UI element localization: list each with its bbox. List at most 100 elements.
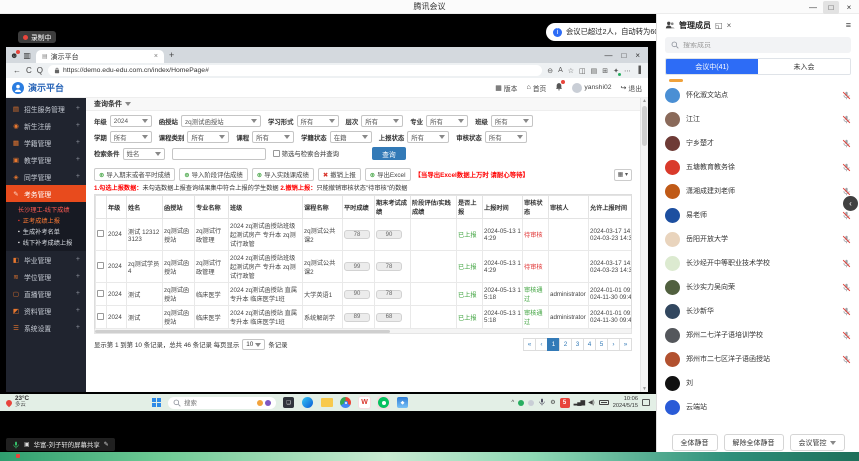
notification-center-icon[interactable] xyxy=(642,399,650,406)
participant-row[interactable]: 江江 xyxy=(665,107,851,131)
column-header[interactable]: 审核状态 xyxy=(523,196,549,219)
table-row[interactable]: 2024 测试 123123123 zq测试函授站 zq测试行政管理 2024 … xyxy=(96,219,633,251)
panel-close-icon[interactable]: × xyxy=(727,21,732,30)
new-tab-icon[interactable]: + xyxy=(169,50,174,60)
participant-row[interactable]: 潇湘成建刘老师 xyxy=(665,179,851,203)
meeting-control-button[interactable]: 会议管控 xyxy=(790,434,845,451)
sidebar-item[interactable]: ≋ 学位管理 + xyxy=(6,268,86,285)
table-horizontal-scrollbar[interactable] xyxy=(94,329,632,334)
sidebar-item[interactable]: ▣ 教学管理 + xyxy=(6,151,86,168)
filter-select[interactable]: 所有 xyxy=(485,131,527,143)
version-button[interactable]: ▦版本 xyxy=(495,83,517,93)
query-conditions-bar[interactable]: 查询条件 xyxy=(86,98,640,111)
battery-icon[interactable] xyxy=(599,400,609,405)
column-header[interactable]: 平时成绩 xyxy=(343,196,375,219)
browser-minimize-icon[interactable]: — xyxy=(604,51,612,60)
column-header[interactable]: 年级 xyxy=(107,196,127,219)
member-tab[interactable]: 未入会 xyxy=(758,59,850,74)
column-header[interactable]: 允许上报时间 xyxy=(589,196,633,219)
final-score-input[interactable]: 90 xyxy=(376,230,402,239)
browser-profile-icon[interactable]: ☻ xyxy=(10,51,18,60)
table-row[interactable]: 2024 zq测试学员4 zq测试函授站 zq测试行政管理 2024 zq测试函… xyxy=(96,251,633,283)
mic-muted-icon[interactable] xyxy=(842,307,851,316)
mic-muted-icon[interactable] xyxy=(842,115,851,124)
participant-row[interactable]: 郑州市二七区洋子语函授站 xyxy=(665,347,851,371)
mic-muted-icon[interactable] xyxy=(842,163,851,172)
usual-score-input[interactable]: 89 xyxy=(344,313,370,322)
minimize-icon[interactable]: — xyxy=(805,1,821,14)
column-header[interactable]: 是否上报 xyxy=(457,196,483,219)
photos-app-icon[interactable]: ◆ xyxy=(396,396,409,409)
sidebar-item[interactable]: ☰ 系统设置 + xyxy=(6,319,86,336)
home-button[interactable]: ⌂首页 xyxy=(526,83,546,93)
sidebar-item[interactable]: ▦ 学籍管理 + xyxy=(6,134,86,151)
panel-menu-icon[interactable]: ≡ xyxy=(846,20,851,30)
participant-row[interactable]: 郑州二七洋子语培训学校 xyxy=(665,323,851,347)
table-row[interactable]: 2024 测试 zq测试函授站 临床医学 2024 zq测试函授站 直属 专升本… xyxy=(96,283,633,306)
final-score-input[interactable]: 78 xyxy=(376,290,402,299)
mic-muted-icon[interactable] xyxy=(842,259,851,268)
tray-grey-icon[interactable] xyxy=(528,400,534,406)
filter-select[interactable]: 所有 xyxy=(110,131,152,143)
extension-icon[interactable]: ✦ xyxy=(613,67,619,75)
sidebar-item[interactable]: ◉ 新生注册 + xyxy=(6,117,86,134)
sidebar-item[interactable]: ▤ 招生服务管理 + xyxy=(6,100,86,117)
mic-muted-icon[interactable] xyxy=(842,355,851,364)
browser-restore-icon[interactable]: □ xyxy=(621,51,626,60)
mic-muted-icon[interactable] xyxy=(842,91,851,100)
tray-red-app-icon[interactable]: 5 xyxy=(560,398,570,408)
row-checkbox[interactable] xyxy=(97,313,104,320)
popout-icon[interactable]: ◱ xyxy=(715,21,723,30)
mic-muted-icon[interactable] xyxy=(842,331,851,340)
column-header[interactable]: 上报时间 xyxy=(483,196,523,219)
task-view-icon[interactable]: ❑ xyxy=(282,396,295,409)
address-bar[interactable]: https://demo.edu-edu.com.cn/index/HomePa… xyxy=(48,65,542,76)
restore-icon[interactable]: □ xyxy=(823,1,839,14)
browser-close-icon[interactable]: × xyxy=(635,51,640,60)
file-explorer-icon[interactable] xyxy=(320,396,333,409)
participant-row[interactable]: 五塘教育教务徐 xyxy=(665,155,851,179)
mic-muted-icon[interactable] xyxy=(842,211,851,220)
filter-select[interactable]: 所有 xyxy=(187,131,229,143)
back-icon[interactable]: ← xyxy=(13,66,21,75)
notification-bell-icon[interactable] xyxy=(555,82,563,93)
keyword-input[interactable] xyxy=(172,148,266,160)
wifi-icon[interactable]: ▂▄▆ xyxy=(574,399,584,406)
tray-settings-icon[interactable]: ⚙ xyxy=(550,399,555,406)
logout-button[interactable]: ↪退出 xyxy=(621,83,642,93)
participant-row[interactable]: 长沙经开中等职业技术学校 xyxy=(665,251,851,275)
mic-muted-icon[interactable] xyxy=(842,235,851,244)
query-button[interactable]: 查询 xyxy=(372,147,406,160)
tray-mic-icon[interactable] xyxy=(538,398,546,408)
page-size-select[interactable]: 10 xyxy=(242,339,265,350)
usual-score-input[interactable]: 90 xyxy=(344,290,370,299)
checkbox-icon[interactable] xyxy=(273,150,280,157)
pencil-icon[interactable]: ✎ xyxy=(104,441,109,448)
sidebar-toggle-icon[interactable]: ▐ xyxy=(636,67,641,74)
page-scrollbar[interactable]: ▲ ▼ xyxy=(640,98,648,392)
read-aloud-icon[interactable]: A xyxy=(558,67,563,74)
column-header[interactable]: 课程名称 xyxy=(303,196,343,219)
start-button-icon[interactable] xyxy=(152,398,162,408)
tray-expand-icon[interactable]: ^ xyxy=(511,400,514,406)
screen-share-pill[interactable]: ▣ 华富-刘子轩的屏幕共享 ✎ xyxy=(6,438,115,451)
member-search[interactable] xyxy=(665,37,851,53)
close-icon[interactable]: × xyxy=(841,1,857,14)
submenu-item[interactable]: ▪ 生成补考名单 xyxy=(18,226,86,237)
toolbar-button[interactable]: ⊕ 导入阶段评估成绩 xyxy=(179,168,247,181)
final-score-input[interactable]: 68 xyxy=(376,313,402,322)
filter-select[interactable]: 所有 xyxy=(361,115,403,127)
sidebar-item[interactable]: ◈ 同学管理 + xyxy=(6,168,86,185)
column-header[interactable] xyxy=(96,196,107,219)
filter-select[interactable]: 2024 xyxy=(110,115,152,127)
row-checkbox[interactable] xyxy=(97,290,104,297)
mic-muted-icon[interactable] xyxy=(842,283,851,292)
member-search-input[interactable] xyxy=(683,42,803,49)
merge-filter-checkbox[interactable]: 筛选与检索合并查询 xyxy=(273,149,340,158)
participant-row[interactable]: 易老师 xyxy=(665,203,851,227)
column-header[interactable]: 函授站 xyxy=(163,196,195,219)
filter-select[interactable]: 所有 xyxy=(426,115,468,127)
filter-select[interactable]: zq测试函授站 xyxy=(181,115,261,127)
column-header[interactable]: 专业名称 xyxy=(195,196,229,219)
search-icon[interactable]: Q xyxy=(37,66,43,75)
